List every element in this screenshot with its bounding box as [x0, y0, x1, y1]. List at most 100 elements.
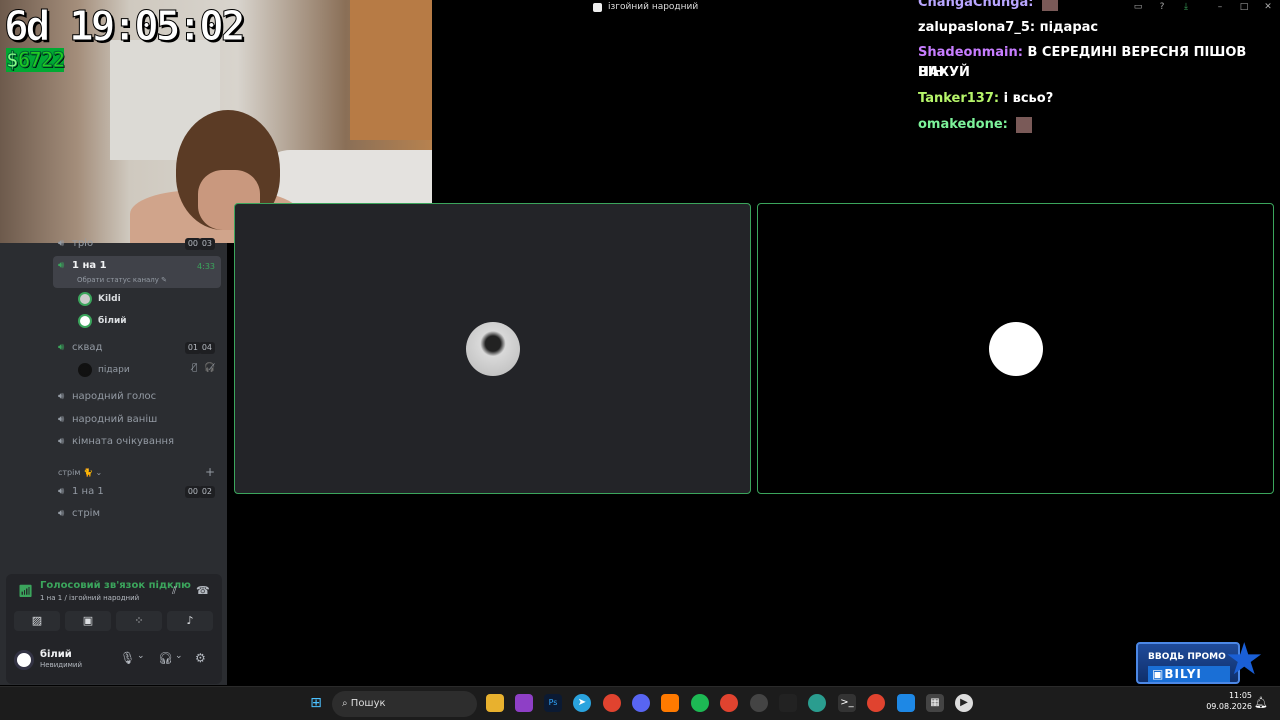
screen-share-icon: ▣ [82, 614, 94, 627]
search-placeholder: Пошук [350, 698, 386, 709]
photoshop-icon[interactable]: Ps [544, 694, 562, 712]
channel-stream[interactable]: 🔊︎ стрім [58, 504, 100, 524]
activities-icon: ⁘ [134, 614, 144, 627]
disconnect-icon[interactable]: ☎ [196, 584, 210, 597]
participant-avatar [465, 321, 520, 376]
search-icon: ⌕ [342, 698, 348, 709]
chat-text: НАХУЙ [918, 65, 970, 80]
speaker-icon: 🔊︎ [58, 238, 65, 249]
spotify-icon[interactable] [691, 694, 709, 712]
muted-icon: 🎙̸ [192, 363, 198, 373]
channel-label: сквад [72, 342, 103, 353]
channel-stream-1na1[interactable]: 🔊︎ 1 на 1 [58, 482, 104, 502]
channel-1na1[interactable]: 🔊︎ 1 на 1 [58, 256, 107, 276]
deafened-icon: 🎧̸ [204, 363, 216, 373]
gear-icon[interactable]: ⚙ [195, 651, 206, 665]
signal-icon: 📶︎ [18, 584, 34, 598]
voice-user-name: Kildi [98, 294, 121, 304]
activities-button[interactable]: ⁘ [116, 611, 162, 631]
channel-waiting-room[interactable]: 🔊︎ кімната очікування [58, 432, 174, 452]
voice-user-name: білий [98, 316, 127, 326]
add-channel-icon[interactable]: + [205, 465, 215, 479]
start-icon[interactable]: ⊞ [307, 694, 325, 712]
headphones-icon[interactable]: 🎧︎ [158, 651, 173, 665]
calculator-icon[interactable]: ▦ [926, 694, 944, 712]
screen: { "window": {"title": "ізгойний народний… [0, 0, 1280, 720]
chat-username: Tanker137: [918, 91, 1000, 106]
emote-icon [1042, 0, 1059, 11]
user-limit: 03 [198, 238, 215, 250]
camera-off-icon: ▨ [31, 614, 43, 627]
channel-label: 1 на 1 [72, 260, 107, 271]
chat-message: ChangaChunga: [918, 0, 1268, 13]
speaker-icon: 🔊︎ [58, 414, 65, 425]
app-icon[interactable] [750, 694, 768, 712]
windows-taskbar: ⊞ ⌕ Пошук Ps ➤ >_ ▦ ▶ 11:05 09.08.2026 🔔︎ [0, 686, 1280, 720]
voice-connection-panel: 📶︎ Голосовий зв'язок підклю 1 на 1 / ізг… [6, 574, 222, 634]
chat-message: zalupaslona7_5: підарас [918, 18, 1268, 38]
screen-share-button[interactable]: ▣ [65, 611, 111, 631]
app-icon[interactable] [515, 694, 533, 712]
avatar [78, 291, 92, 306]
speaker-icon: 🔊︎ [58, 508, 65, 519]
channel-label: 1 на 1 [72, 486, 104, 497]
noise-suppression-icon[interactable]: ⫽ [172, 584, 177, 598]
channel-narodnyi-holos[interactable]: 🔊︎ народний голос [58, 387, 156, 407]
speaker-icon: 🔊︎ [58, 486, 65, 497]
chat-username: omakedone: [918, 117, 1008, 132]
channel-label: тріо [72, 238, 94, 249]
voice-location[interactable]: 1 на 1 / ізгойний народний [40, 594, 139, 602]
participant-tile[interactable] [757, 203, 1274, 494]
promo-banner: ВВОДЬ ПРОМО ▣BILYI ★ [1136, 638, 1264, 686]
channel-status-hint[interactable]: Обрати статус каналу ✎ [77, 276, 167, 284]
chrome-icon[interactable] [603, 694, 621, 712]
channel-squad[interactable]: 🔊︎ сквад [58, 338, 102, 358]
webcam-door [350, 0, 432, 140]
emote-icon [1016, 116, 1033, 133]
microphone-icon[interactable]: 🎙︎ [120, 651, 135, 665]
soundboard-icon: ♪ [186, 614, 194, 627]
clock-time: 11:05 [1228, 691, 1252, 700]
promo-code: ▣BILYI [1148, 666, 1230, 682]
chat-username: Shadeonmain: [918, 45, 1023, 60]
app-icon[interactable] [779, 694, 797, 712]
channel-narodnyi-vanish[interactable]: 🔊︎ народний ваніш [58, 410, 157, 430]
voice-user-bilyi[interactable]: білий [78, 311, 127, 331]
chrome-icon[interactable] [867, 694, 885, 712]
fl-studio-icon[interactable] [661, 694, 679, 712]
file-explorer-icon[interactable] [486, 694, 504, 712]
speaker-icon: 🔊︎ [58, 260, 65, 271]
category-stream[interactable]: стрім 🐈 ⌄ [58, 468, 102, 477]
soundboard-button[interactable]: ♪ [167, 611, 213, 631]
user-avatar[interactable] [14, 650, 34, 670]
money-counter: $6722 [6, 48, 66, 73]
chat-username: ChangaChunga: [918, 0, 1034, 10]
app-icon[interactable] [808, 694, 826, 712]
chrome-icon[interactable] [720, 694, 738, 712]
channel-trio[interactable]: 🔊︎ тріо [58, 234, 93, 254]
voice-user-pidary[interactable]: підари [78, 360, 130, 380]
voice-user-kildi[interactable]: Kildi [78, 289, 121, 309]
camera-button[interactable]: ▨ [14, 611, 60, 631]
status-hint-label: Обрати статус каналу [77, 276, 159, 284]
discord-icon[interactable] [632, 694, 650, 712]
app-icon[interactable] [897, 694, 915, 712]
terminal-icon[interactable]: >_ [838, 694, 856, 712]
taskbar-search[interactable]: ⌕ Пошук [332, 691, 477, 717]
promo-text: ВВОДЬ ПРОМО [1148, 652, 1226, 662]
speaker-icon: 🔊︎ [58, 391, 65, 402]
participant-tile[interactable] [234, 203, 751, 494]
chat-message: omakedone: [918, 115, 1268, 135]
chevron-down-icon[interactable]: ⌄ [137, 651, 145, 661]
telegram-icon[interactable]: ➤ [573, 694, 591, 712]
system-clock[interactable]: 11:05 09.08.2026 [1206, 690, 1252, 712]
chevron-down-icon[interactable]: ⌄ [175, 651, 183, 661]
chat-message-continued: НАХУЙ [918, 63, 1268, 83]
money-symbol: $ [6, 48, 20, 73]
media-player-icon[interactable]: ▶ [955, 694, 973, 712]
money-value: 6722 [17, 48, 66, 73]
notification-bell-icon[interactable]: 🔔︎ [1254, 696, 1268, 709]
voice-status: Голосовий зв'язок підклю [40, 580, 191, 591]
speaker-icon: 🔊︎ [58, 436, 65, 447]
window-title: ізгойний народний [608, 2, 699, 12]
